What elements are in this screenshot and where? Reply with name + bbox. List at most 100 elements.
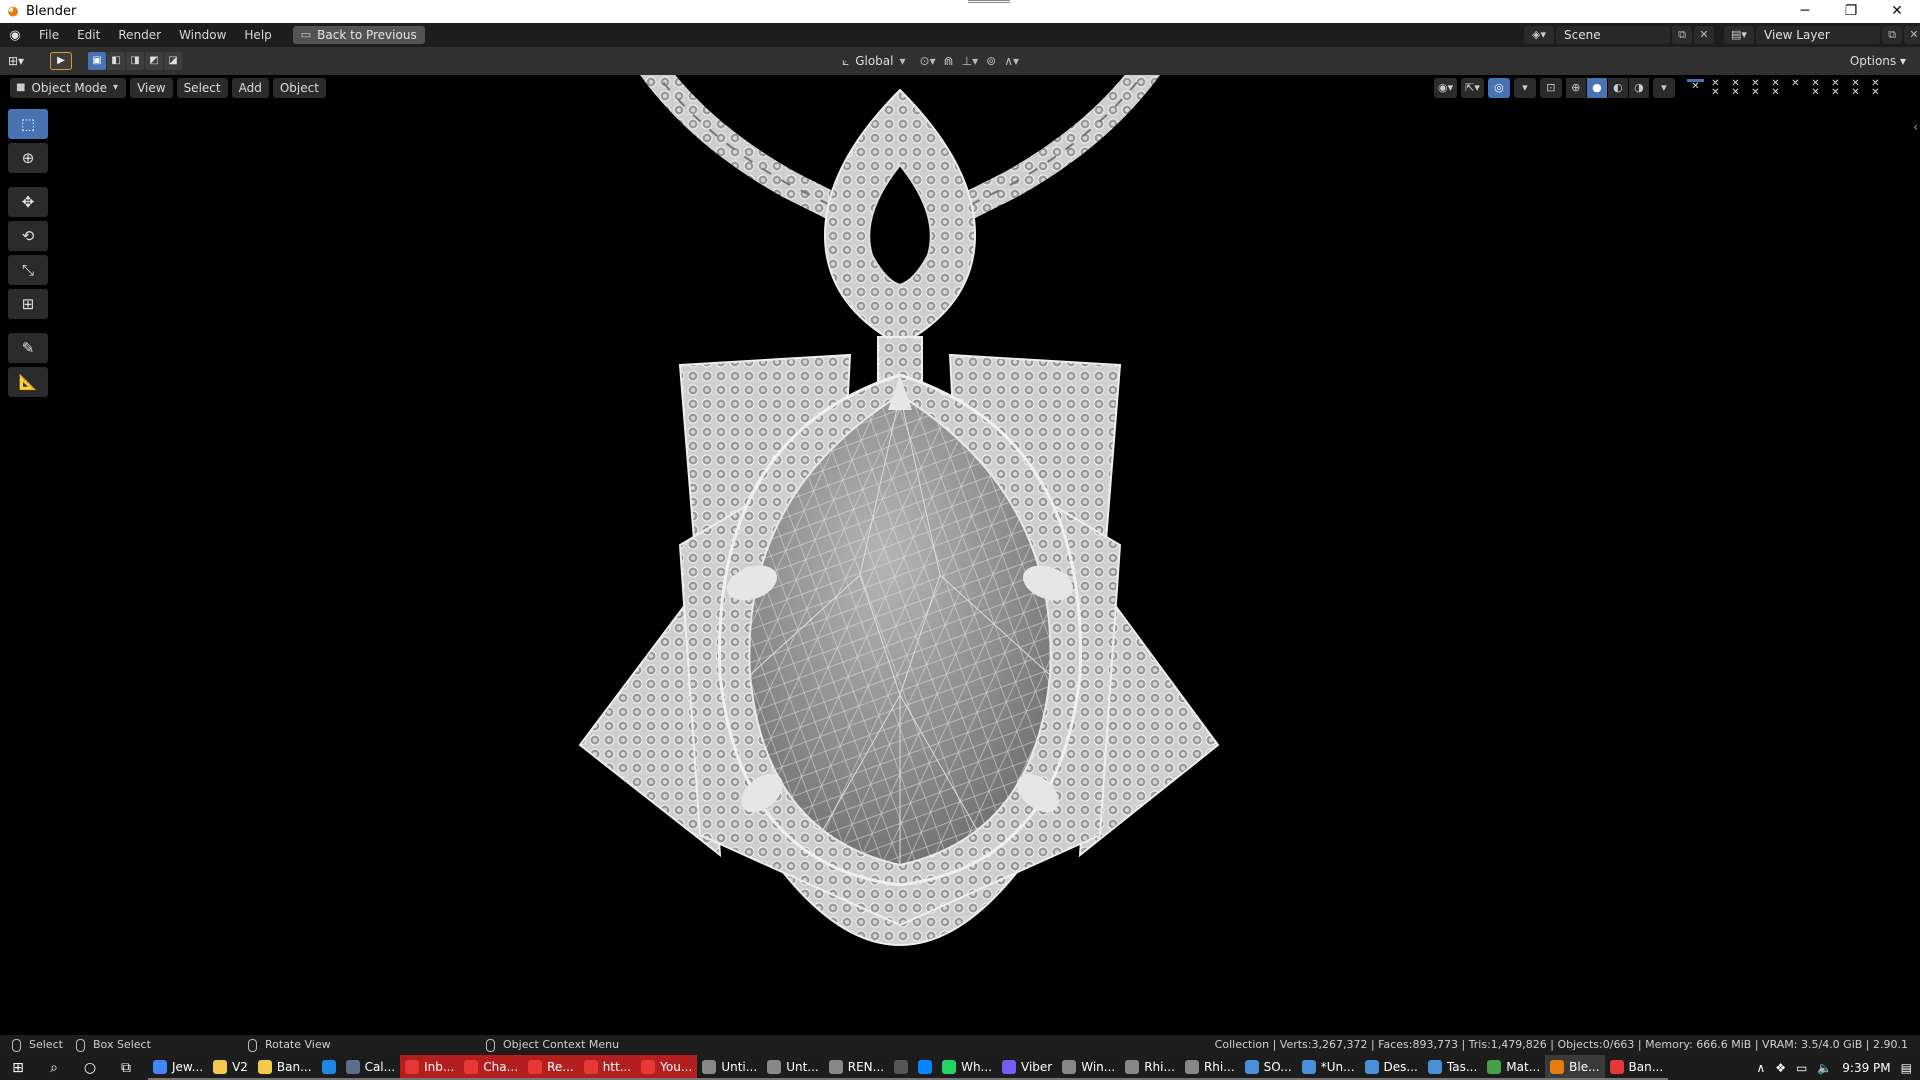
cortana-icon[interactable]: ○ xyxy=(72,1060,108,1076)
taskbar-app[interactable]: SO... xyxy=(1239,1055,1297,1080)
clock[interactable]: 9:39 PM xyxy=(1842,1061,1890,1075)
windows-start-icon[interactable]: ⊞ xyxy=(0,1060,36,1076)
menu-view[interactable]: View xyxy=(130,78,173,98)
minimize-icon[interactable]: ─ xyxy=(1782,0,1828,23)
cross-icon[interactable]: ✕ ✕ xyxy=(1827,79,1844,98)
taskbar-app[interactable]: Des... xyxy=(1359,1055,1423,1080)
taskbar-app[interactable]: htt... xyxy=(578,1055,637,1080)
orientation-dropdown[interactable]: ⟀ Global ▾ xyxy=(836,52,912,70)
taskbar-app[interactable]: Rhi... xyxy=(1179,1055,1240,1080)
material-shading-icon[interactable]: ◐ xyxy=(1607,78,1628,98)
select-invert-icon[interactable]: ◩ xyxy=(145,52,163,70)
taskbar-app[interactable]: Ban... xyxy=(252,1055,317,1080)
annotate-icon[interactable]: ✎ xyxy=(8,333,48,363)
snap-target-icon[interactable]: ⊥▾ xyxy=(962,54,978,68)
select-subtract-icon[interactable]: ◨ xyxy=(126,52,144,70)
taskbar-app[interactable] xyxy=(889,1055,914,1080)
scale-icon[interactable]: ⤡ xyxy=(8,255,48,285)
cross-icon[interactable]: ✕ ✕ xyxy=(1807,79,1824,98)
restore-icon[interactable]: ❐ xyxy=(1828,0,1874,23)
taskbar-app[interactable]: Cha... xyxy=(459,1055,524,1080)
cross-icon[interactable]: ✕ xyxy=(1787,79,1804,97)
taskbar-app[interactable]: Mat... xyxy=(1482,1055,1546,1080)
taskbar-app[interactable]: Win... xyxy=(1057,1055,1121,1080)
options-dropdown[interactable]: Options ▾ xyxy=(1844,52,1912,70)
cross-icon[interactable]: ✕ ✕ xyxy=(1747,79,1764,98)
cross-icon[interactable]: ✕ ✕ xyxy=(1707,79,1724,98)
menu-help[interactable]: Help xyxy=(235,23,280,47)
cross-icon[interactable]: ✕ ✕ xyxy=(1767,79,1784,98)
dropbox-icon[interactable]: ❖ xyxy=(1775,1061,1786,1075)
view-layer-new-icon[interactable]: ⧉ xyxy=(1882,26,1902,44)
menu-window[interactable]: Window xyxy=(170,23,235,47)
view-layer-field[interactable]: View Layer xyxy=(1756,26,1880,44)
taskbar-app[interactable]: Ban... xyxy=(1604,1055,1669,1080)
overlays-dropdown-icon[interactable]: ▾ xyxy=(1513,78,1536,98)
taskbar-app[interactable]: Unt... xyxy=(762,1055,824,1080)
xray-icon[interactable]: ⊡ xyxy=(1539,78,1562,98)
menu-render[interactable]: Render xyxy=(109,23,170,47)
cross-icon[interactable]: ✕ ✕ xyxy=(1867,79,1884,98)
taskbar-app[interactable]: Ble... xyxy=(1545,1055,1605,1080)
taskbar-app[interactable] xyxy=(316,1055,341,1080)
cross-icon[interactable]: ✕ ✕ xyxy=(1847,79,1864,98)
menu-add[interactable]: Add xyxy=(231,78,269,98)
tray-overflow-icon[interactable]: ∧ xyxy=(1756,1061,1765,1075)
taskbar-app[interactable]: *Un... xyxy=(1296,1055,1360,1080)
cross-icon[interactable]: ✕ ✕ xyxy=(1727,79,1744,98)
object-mode-dropdown[interactable]: ■ Object Mode ▾ xyxy=(10,78,127,98)
rendered-shading-icon[interactable]: ◑ xyxy=(1628,78,1649,98)
taskbar-app[interactable]: Rhi... xyxy=(1120,1055,1180,1080)
visibility-icon[interactable]: ◉▾ xyxy=(1434,78,1458,98)
menu-file[interactable]: File xyxy=(30,23,68,47)
taskbar-app[interactable]: You... xyxy=(636,1055,698,1080)
taskbar-app[interactable] xyxy=(913,1055,938,1080)
close-icon[interactable]: ✕ xyxy=(1874,0,1920,23)
taskbar-app[interactable]: Viber xyxy=(997,1055,1058,1080)
wireframe-shading-icon[interactable]: ⊕ xyxy=(1565,78,1586,98)
taskbar-app[interactable]: V2 xyxy=(208,1055,253,1080)
falloff-icon[interactable]: ∧▾ xyxy=(1004,54,1019,68)
editor-type-icon[interactable]: ⊞▾ xyxy=(8,52,40,70)
taskbar-app[interactable]: Inb... xyxy=(400,1055,460,1080)
move-icon[interactable]: ✥ xyxy=(8,187,48,217)
select-new-icon[interactable]: ▣ xyxy=(88,52,106,70)
rotate-icon[interactable]: ⟲ xyxy=(8,221,48,251)
transform-icon[interactable]: ⊞ xyxy=(8,289,48,319)
view-layer-browse-icon[interactable]: ▤▾ xyxy=(1724,26,1754,44)
scene-new-icon[interactable]: ⧉ xyxy=(1672,26,1692,44)
proportional-edit-icon[interactable]: ⊚ xyxy=(986,54,996,68)
overlays-icon[interactable]: ◎ xyxy=(1487,78,1510,98)
taskbar-app[interactable]: Wh... xyxy=(937,1055,997,1080)
volume-icon[interactable]: 🔈 xyxy=(1817,1061,1832,1075)
pendant-wireframe-model[interactable] xyxy=(0,75,1920,1035)
shading-dropdown-icon[interactable]: ▾ xyxy=(1652,78,1675,98)
select-extend-icon[interactable]: ◧ xyxy=(107,52,125,70)
select-box-icon[interactable]: ⬚ xyxy=(8,109,48,139)
back-to-previous-button[interactable]: ▭ Back to Previous xyxy=(292,26,425,44)
sidebar-toggle-icon[interactable]: ‹ xyxy=(1913,120,1918,134)
taskbar-app[interactable]: Cal... xyxy=(340,1055,401,1080)
scene-field[interactable]: Scene xyxy=(1556,26,1670,44)
scene-browse-icon[interactable]: ◈▾ xyxy=(1524,26,1554,44)
select-intersect-icon[interactable]: ◪ xyxy=(164,52,182,70)
cross-icon[interactable]: ✕ xyxy=(1687,79,1704,97)
gizmo-icon[interactable]: ⇱▾ xyxy=(1461,78,1484,98)
blender-menu-icon[interactable]: ◉ xyxy=(0,28,30,43)
notifications-icon[interactable]: ▤ xyxy=(1901,1061,1912,1075)
search-icon[interactable]: ⌕ xyxy=(36,1060,72,1076)
cursor-icon[interactable]: ⊕ xyxy=(8,143,48,173)
taskbar-app[interactable]: Jew... xyxy=(148,1055,209,1080)
pivot-point-icon[interactable]: ⊙▾ xyxy=(920,54,936,68)
taskbar-app[interactable]: Tas... xyxy=(1422,1055,1483,1080)
scene-delete-icon[interactable]: ✕ xyxy=(1694,26,1714,44)
network-icon[interactable]: ▭ xyxy=(1796,1061,1807,1075)
menu-edit[interactable]: Edit xyxy=(68,23,109,47)
snap-toggle-icon[interactable]: ⋒ xyxy=(944,54,954,68)
taskbar-app[interactable]: Unti... xyxy=(697,1055,763,1080)
menu-select[interactable]: Select xyxy=(176,78,228,98)
measure-icon[interactable]: 📐 xyxy=(8,367,48,397)
3d-viewport[interactable]: ■ Object Mode ▾ View Select Add Object ◉… xyxy=(0,75,1920,1035)
solid-shading-icon[interactable]: ● xyxy=(1586,78,1607,98)
view-layer-delete-icon[interactable]: ✕ xyxy=(1904,26,1920,44)
